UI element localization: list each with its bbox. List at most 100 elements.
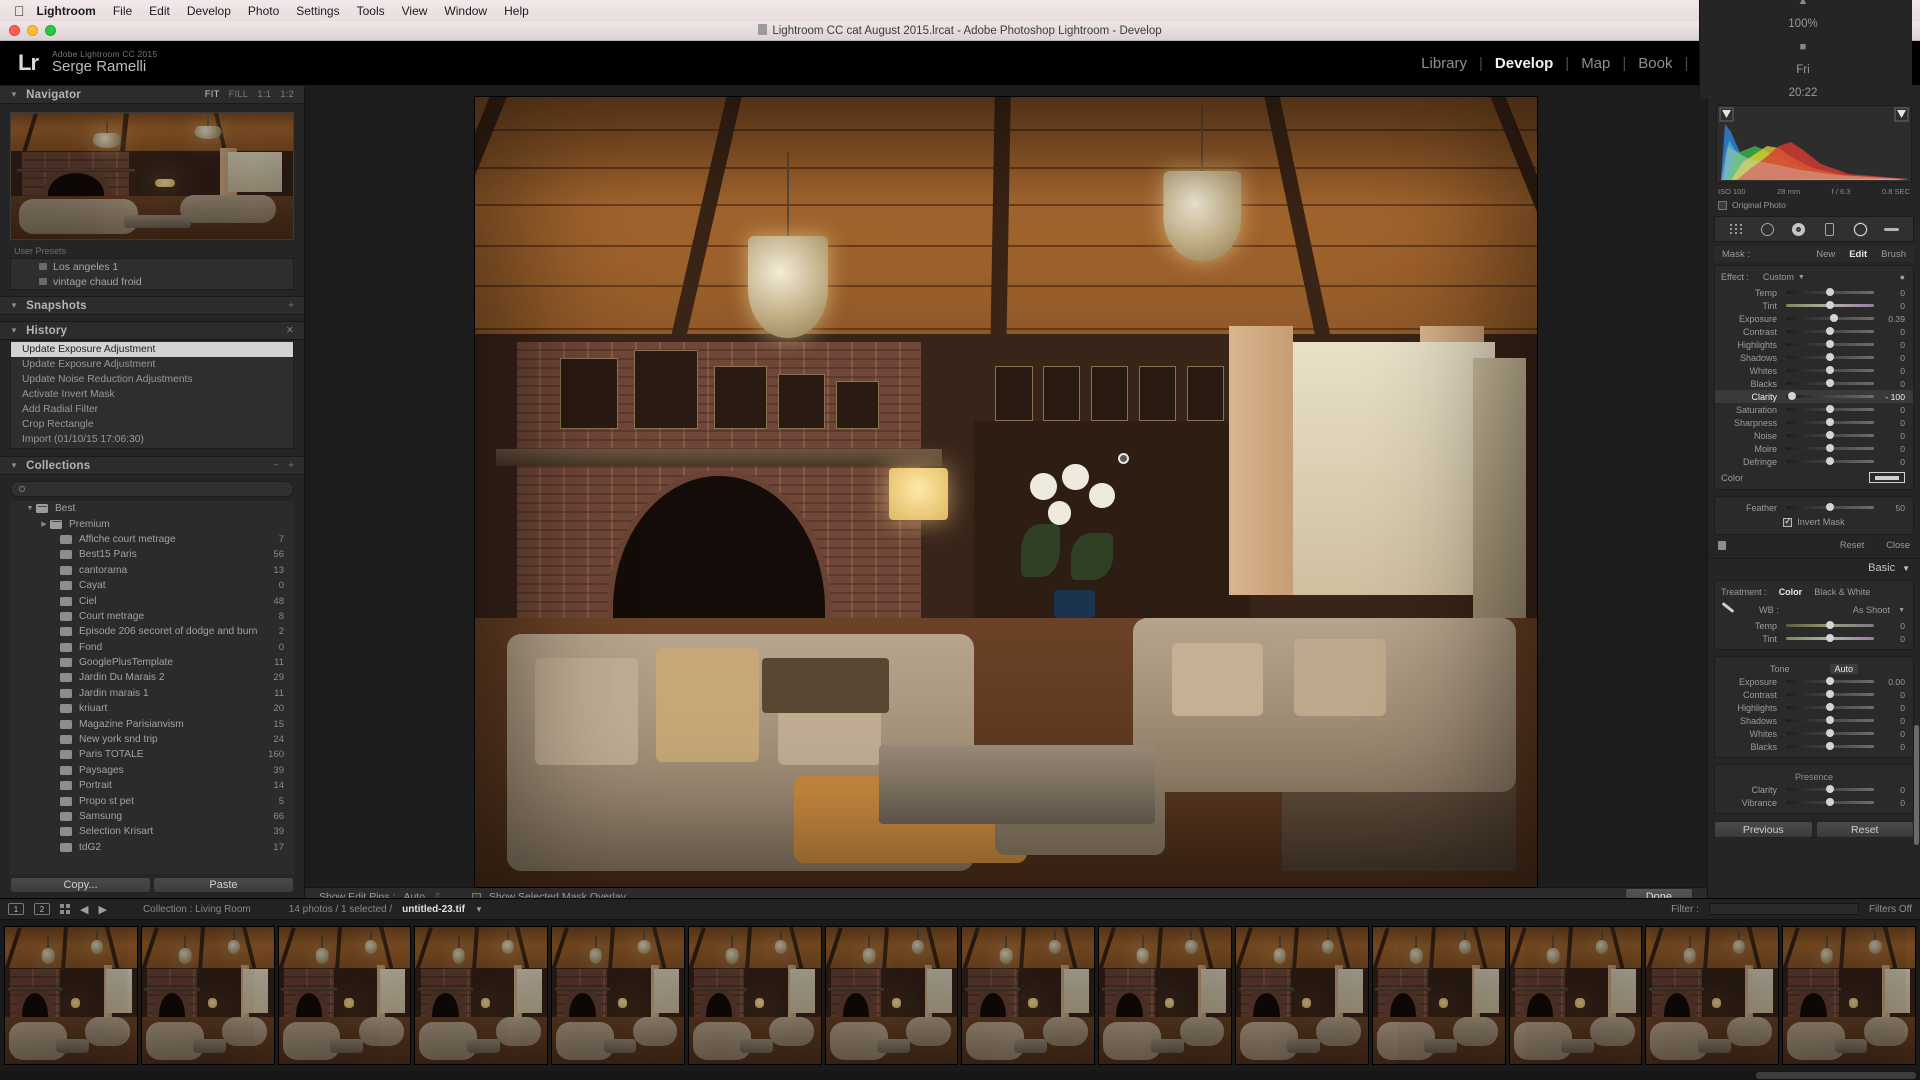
slider-knob[interactable] [1826, 716, 1834, 724]
slider-track[interactable] [1786, 301, 1874, 309]
grid-view-icon[interactable] [60, 904, 70, 914]
slider-knob[interactable] [1826, 366, 1834, 374]
slider-track[interactable] [1786, 677, 1874, 685]
collection-item[interactable]: Best15 Paris 56 [10, 547, 294, 562]
slider-row-shadows[interactable]: Shadows 0 [1715, 714, 1913, 727]
collection-item[interactable]: Jardin marais 1 11 [10, 686, 294, 701]
redeye-icon[interactable] [1791, 222, 1806, 237]
disclosure-triangle-icon[interactable]: ▶ [38, 520, 50, 528]
image-canvas[interactable] [305, 85, 1707, 887]
slider-row-blacks[interactable]: Blacks 0 [1715, 740, 1913, 753]
slider-track[interactable] [1786, 690, 1874, 698]
chevron-down-icon[interactable]: ▼ [475, 905, 483, 914]
invert-mask-checkbox[interactable] [1783, 516, 1793, 527]
collections-search-input[interactable] [10, 481, 294, 497]
maximize-window-button[interactable] [45, 25, 56, 36]
triangle-down-icon[interactable]: ▼ [10, 301, 18, 310]
slider-track[interactable] [1786, 392, 1874, 400]
collection-item[interactable]: Samsung 66 [10, 809, 294, 824]
page-next-button[interactable]: 2 [34, 903, 50, 915]
reset-button[interactable]: Reset [1815, 821, 1914, 838]
page-prev-button[interactable]: 1 [8, 903, 24, 915]
filmstrip-breadcrumb[interactable]: Collection : Living Room [143, 904, 251, 915]
collection-item[interactable]: Jardin Du Marais 2 29 [10, 670, 294, 685]
filmstrip-thumbnail[interactable] [1235, 926, 1369, 1065]
filmstrip-thumbnail[interactable] [551, 926, 685, 1065]
slider-track[interactable] [1786, 340, 1874, 348]
slider-track[interactable] [1786, 379, 1874, 387]
slider-row-tint[interactable]: Tint 0 [1715, 299, 1913, 312]
slider-knob[interactable] [1826, 634, 1834, 642]
treatment-color-button[interactable]: Color [1779, 587, 1803, 597]
module-book[interactable]: Book [1626, 55, 1684, 72]
window-controls[interactable] [0, 25, 56, 36]
filter-flags-box[interactable] [1708, 903, 1859, 915]
slider-row-tint[interactable]: Tint 0 [1715, 632, 1913, 645]
slider-knob[interactable] [1826, 703, 1834, 711]
arrow-right-icon[interactable]: ▶ [98, 903, 106, 916]
eyedropper-icon[interactable] [1721, 603, 1735, 617]
slider-row-whites[interactable]: Whites 0 [1715, 727, 1913, 740]
filmstrip-thumbnail[interactable] [1371, 926, 1506, 1065]
close-window-button[interactable] [9, 25, 20, 36]
chevron-down-icon[interactable]: ▼ [1798, 274, 1805, 281]
slider-track[interactable] [1786, 634, 1874, 642]
list-item[interactable]: Los angeles 1 [11, 259, 293, 274]
history-item[interactable]: Activate Invert Mask [11, 387, 293, 402]
filmstrip-thumbnail[interactable] [1098, 926, 1233, 1065]
filmstrip-thumbnail[interactable] [1645, 926, 1780, 1065]
history-item[interactable]: Update Exposure Adjustment [11, 342, 293, 357]
menu-item-settings[interactable]: Settings [296, 4, 339, 18]
slider-row-exposure[interactable]: Exposure 0.39 [1715, 312, 1913, 325]
triangle-down-icon[interactable]: ▼ [10, 326, 18, 335]
arrow-left-icon[interactable]: ◀ [80, 903, 88, 916]
basic-panel-header[interactable]: Basic ▼ [1708, 558, 1920, 577]
histogram-graph[interactable] [1716, 105, 1912, 183]
slider-track[interactable] [1786, 729, 1874, 737]
develop-photo[interactable] [475, 97, 1537, 887]
previous-button[interactable]: Previous [1714, 821, 1813, 838]
zoom-fill[interactable]: FILL [229, 89, 249, 100]
filmstrip-thumbnail[interactable] [140, 926, 275, 1065]
filmstrip-thumbnail[interactable] [687, 926, 822, 1065]
triangle-down-icon[interactable]: ▼ [10, 461, 18, 470]
slider-track[interactable] [1786, 457, 1874, 465]
collection-item[interactable]: Magazine Parisianvism 15 [10, 716, 294, 731]
collection-item[interactable]: Cayat 0 [10, 578, 294, 593]
slider-row-highlights[interactable]: Highlights 0 [1715, 338, 1913, 351]
color-swatch-icon[interactable] [1869, 472, 1905, 483]
battery-icon[interactable]: ■ [1800, 41, 1807, 53]
collection-item[interactable]: Paris TOTALE 160 [10, 747, 294, 762]
navigator-zoom-levels[interactable]: FIT FILL 1:1 1:2 [205, 89, 294, 100]
trash-icon[interactable] [1718, 540, 1726, 550]
slider-track[interactable] [1786, 444, 1874, 452]
slider-row-contrast[interactable]: Contrast 0 [1715, 688, 1913, 701]
slider-row-defringe[interactable]: Defringe 0 [1715, 455, 1913, 468]
collection-item[interactable]: Episode 206 secoret of dodge and burn 2 [10, 624, 294, 639]
local-close-button[interactable]: Close [1886, 540, 1910, 550]
history-item[interactable]: Update Exposure Adjustment [11, 357, 293, 372]
slider-row-blacks[interactable]: Blacks 0 [1715, 377, 1913, 390]
feather-slider-row[interactable]: Feather 50 [1715, 501, 1913, 514]
slider-track[interactable] [1786, 327, 1874, 335]
collections-header[interactable]: ▼ Collections − + [0, 456, 304, 475]
slider-knob[interactable] [1826, 353, 1834, 361]
filmstrip-thumbnail[interactable] [824, 926, 959, 1065]
menu-item-window[interactable]: Window [444, 4, 487, 18]
slider-knob[interactable] [1826, 457, 1834, 465]
treatment-bw-button[interactable]: Black & White [1814, 587, 1870, 597]
radial-filter-icon[interactable] [1853, 222, 1868, 237]
crop-tool-icon[interactable] [1729, 222, 1744, 237]
slider-track[interactable] [1786, 288, 1874, 296]
paste-button[interactable]: Paste [153, 877, 294, 893]
slider-row-saturation[interactable]: Saturation 0 [1715, 403, 1913, 416]
filmstrip-thumbnail[interactable] [277, 926, 412, 1065]
radial-filter-pin[interactable] [1117, 452, 1129, 464]
menu-item-tools[interactable]: Tools [357, 4, 385, 18]
menu-item-edit[interactable]: Edit [149, 4, 170, 18]
filmstrip-thumbnail[interactable] [414, 926, 549, 1065]
filmstrip-thumbnail[interactable] [961, 926, 1096, 1065]
menu-item-view[interactable]: View [402, 4, 428, 18]
apple-icon[interactable]:  [14, 4, 25, 18]
slider-row-exposure[interactable]: Exposure 0.00 [1715, 675, 1913, 688]
